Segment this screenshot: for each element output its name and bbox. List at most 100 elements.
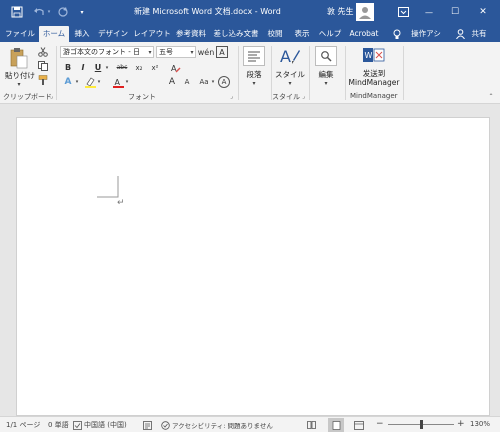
language-indicator[interactable]: 中国語 (中国) — [84, 420, 127, 430]
ribbon-tab-bar: ファイル ホーム 挿入 デザイン レイアウト 参考資料 差し込み文書 校閲 表示… — [0, 24, 500, 42]
highlight-dropdown-icon[interactable]: ▾ — [96, 78, 102, 86]
font-group-label: フォント — [128, 93, 156, 101]
underline-button[interactable]: U — [92, 62, 104, 74]
svg-text:A: A — [280, 47, 291, 66]
wen-font-icon[interactable]: wén — [198, 46, 215, 58]
undo-icon[interactable] — [32, 5, 46, 19]
ribbon-home: 貼り付け ▾ クリップボード ⌟ 游ゴ本文のフォント - 日 ▾ 五号 ▾ wé… — [0, 42, 500, 104]
change-case-dropdown-icon[interactable]: ▾ — [210, 78, 216, 86]
font-dialog-launcher-icon[interactable]: ⌟ — [228, 93, 235, 100]
styles-icon[interactable]: A — [278, 45, 302, 67]
paragraph-mark[interactable]: ↵ — [117, 198, 125, 208]
zoom-in-button[interactable]: + — [457, 419, 465, 429]
editing-icon[interactable] — [315, 46, 337, 66]
tab-mailings[interactable]: 差し込み文書 — [210, 26, 262, 42]
lightbulb-icon[interactable] — [392, 28, 402, 40]
group-separator — [345, 46, 346, 100]
strikethrough-button[interactable]: abc — [114, 62, 130, 74]
tab-home[interactable]: ホーム — [39, 26, 69, 42]
title-bar: ▾ ▾ 新建 Microsoft Word 文档.docx - Word 敦 先… — [0, 0, 500, 24]
copy-icon[interactable] — [37, 60, 49, 72]
editing-dropdown-icon[interactable]: ▾ — [321, 79, 331, 87]
save-icon[interactable] — [10, 5, 24, 19]
svg-text:A: A — [114, 78, 120, 87]
document-page[interactable]: ↵ — [16, 117, 490, 416]
tab-acrobat[interactable]: Acrobat — [347, 26, 381, 42]
enclose-character-icon[interactable]: A — [218, 76, 230, 88]
proofing-icon[interactable] — [72, 420, 82, 430]
subscript-button[interactable]: x₂ — [132, 62, 146, 74]
share-icon[interactable] — [455, 28, 465, 40]
word-count[interactable]: 0 単語 — [48, 420, 69, 430]
accessibility-status[interactable]: アクセシビリティ: 問題ありません — [172, 420, 273, 430]
clipboard-dialog-launcher-icon[interactable]: ⌟ — [48, 93, 55, 100]
underline-dropdown-icon[interactable]: ▾ — [104, 64, 110, 72]
tab-file[interactable]: ファイル — [4, 26, 36, 42]
text-effects-icon[interactable]: A — [62, 76, 74, 88]
margin-corner-mark — [97, 176, 119, 198]
paste-icon[interactable] — [9, 46, 29, 70]
group-separator — [238, 46, 239, 100]
tell-me-search[interactable]: 操作アシ — [408, 26, 444, 42]
tab-design[interactable]: デザイン — [96, 26, 130, 42]
mindmanager-group-label: MindManager — [350, 92, 398, 100]
read-mode-icon[interactable] — [306, 420, 316, 430]
zoom-slider-thumb[interactable] — [420, 420, 423, 429]
svg-text:W: W — [365, 51, 373, 60]
tab-references[interactable]: 参考資料 — [174, 26, 208, 42]
clear-formatting-icon[interactable]: A — [170, 62, 182, 74]
font-color-dropdown-icon[interactable]: ▾ — [124, 78, 130, 86]
mindmanager-send-label-2[interactable]: MindManager — [346, 78, 402, 87]
minimize-button[interactable]: — — [420, 4, 438, 20]
track-changes-icon[interactable] — [142, 420, 152, 430]
maximize-button[interactable]: ☐ — [446, 4, 464, 20]
group-separator — [403, 46, 404, 100]
paragraph-icon[interactable] — [243, 46, 265, 66]
styles-dropdown-icon[interactable]: ▾ — [285, 79, 295, 87]
mindmanager-icon[interactable]: W — [363, 46, 385, 64]
accessibility-icon[interactable] — [160, 420, 170, 430]
clipboard-group-label: クリップボード — [3, 93, 52, 101]
customize-qat-icon[interactable]: ▾ — [78, 6, 86, 18]
bold-button[interactable]: B — [62, 62, 74, 74]
tab-view[interactable]: 表示 — [291, 26, 313, 42]
document-title: 新建 Microsoft Word 文档.docx - Word — [134, 7, 281, 16]
font-name-combo[interactable]: 游ゴ本文のフォント - 日 — [60, 46, 154, 58]
undo-dropdown-icon[interactable]: ▾ — [46, 8, 52, 16]
zoom-level[interactable]: 130% — [470, 420, 490, 428]
avatar[interactable] — [356, 3, 374, 21]
font-name-dropdown-icon[interactable]: ▾ — [146, 47, 154, 57]
italic-button[interactable]: I — [77, 62, 89, 74]
font-size-dropdown-icon[interactable]: ▾ — [188, 47, 196, 57]
styles-dialog-launcher-icon[interactable]: ⌟ — [300, 93, 307, 100]
redo-icon[interactable] — [56, 5, 70, 19]
close-button[interactable]: ✕ — [474, 4, 492, 20]
collapse-ribbon-icon[interactable]: ⌃ — [486, 92, 496, 101]
change-case-icon[interactable]: Aa — [197, 76, 211, 88]
group-separator — [309, 46, 310, 100]
font-color-icon[interactable]: A — [112, 76, 124, 88]
tab-review[interactable]: 校閲 — [264, 26, 286, 42]
superscript-button[interactable]: x² — [148, 62, 162, 74]
paste-dropdown-icon[interactable]: ▾ — [14, 80, 24, 88]
web-layout-icon[interactable] — [354, 420, 364, 430]
highlight-icon[interactable] — [84, 76, 96, 88]
ribbon-display-options-icon[interactable] — [396, 5, 410, 19]
page-count[interactable]: 1/1 ページ — [6, 420, 40, 430]
shrink-font-icon[interactable]: A — [182, 77, 192, 87]
grow-font-icon[interactable]: A — [166, 76, 178, 88]
tab-insert[interactable]: 挿入 — [71, 26, 93, 42]
cut-icon[interactable] — [37, 46, 49, 58]
character-border-icon[interactable]: A — [216, 46, 228, 58]
share-button[interactable]: 共有 — [466, 26, 492, 42]
print-layout-icon[interactable] — [328, 418, 344, 432]
group-separator — [56, 46, 57, 100]
tab-layout[interactable]: レイアウト — [132, 26, 172, 42]
tab-help[interactable]: ヘルプ — [317, 26, 343, 42]
paragraph-dropdown-icon[interactable]: ▾ — [249, 79, 259, 87]
styles-group-label: スタイル — [272, 93, 300, 101]
user-name[interactable]: 敦 先生 — [327, 6, 354, 17]
zoom-out-button[interactable]: − — [376, 419, 384, 429]
format-painter-icon[interactable] — [37, 74, 49, 86]
text-effects-dropdown-icon[interactable]: ▾ — [74, 78, 80, 86]
